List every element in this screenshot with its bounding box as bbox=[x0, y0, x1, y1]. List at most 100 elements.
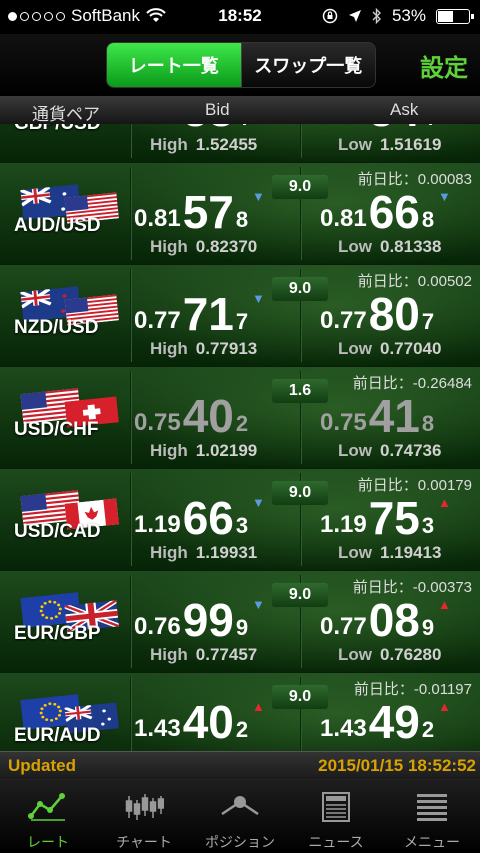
bid-fraction: 2 bbox=[235, 411, 249, 436]
ask-quote[interactable]: 1.43 49 2 bbox=[320, 699, 434, 745]
rate-row[interactable]: EUR/GBP 9.0 前日比：-0.00373 0.76 99 9 ▼ 0.7… bbox=[0, 571, 480, 673]
rate-up-arrow-icon: ▲ bbox=[438, 597, 451, 612]
ask-prefix: 0.77 bbox=[320, 613, 367, 640]
high-value: High 0.77457 bbox=[150, 645, 258, 664]
position-icon bbox=[221, 796, 259, 816]
low-value: Low 0.76280 bbox=[338, 645, 442, 664]
tab-menu[interactable]: メニュー bbox=[384, 780, 480, 853]
rate-down-arrow-icon: ▼ bbox=[252, 189, 265, 204]
rate-down-arrow-icon: ▼ bbox=[438, 189, 451, 204]
ask-pips: 66 bbox=[368, 186, 420, 238]
currency-pair: GBP/USD bbox=[14, 124, 101, 135]
tab-chart[interactable]: チャート bbox=[96, 780, 192, 853]
ask-fraction: 3 bbox=[421, 513, 435, 538]
bid-pips: 66 bbox=[182, 492, 234, 544]
high-value: High 1.52455 bbox=[150, 135, 258, 154]
bid-quote[interactable]: 1.51 53 4 bbox=[134, 124, 248, 133]
tab-rate-list[interactable]: レート一覧 bbox=[107, 43, 241, 87]
bid-quote[interactable]: 0.81 57 8 bbox=[134, 189, 248, 235]
tab-news[interactable]: ニュース bbox=[288, 780, 384, 853]
bid-quote[interactable]: 0.77 71 7 bbox=[134, 291, 248, 337]
tab-position[interactable]: ポジション bbox=[192, 780, 288, 853]
currency-pair: EUR/AUD bbox=[14, 725, 101, 746]
high-value: High 1.02199 bbox=[150, 441, 258, 460]
rotation-lock-icon bbox=[322, 8, 338, 24]
ask-prefix: 0.77 bbox=[320, 307, 367, 334]
ask-fraction: 2 bbox=[421, 717, 435, 742]
menu-list-icon bbox=[417, 794, 447, 821]
bluetooth-icon bbox=[372, 8, 381, 24]
battery-icon bbox=[436, 8, 474, 24]
settings-button[interactable]: 設定 bbox=[420, 48, 468, 83]
ask-quote[interactable]: 1.19 75 3 bbox=[320, 495, 434, 541]
candlestick-icon bbox=[125, 794, 164, 820]
ask-prefix: 1.43 bbox=[320, 715, 367, 742]
ask-prefix: 0.75 bbox=[320, 409, 367, 436]
rate-up-arrow-icon: ▲ bbox=[252, 699, 265, 714]
bid-fraction: 7 bbox=[235, 309, 249, 334]
rate-row[interactable]: AUD/USD 9.0 前日比：0.00083 0.81 57 8 ▼ 0.81… bbox=[0, 163, 480, 265]
ask-fraction: 8 bbox=[421, 411, 435, 436]
bid-fraction: 4 bbox=[236, 124, 248, 129]
tab-chart-label: チャート bbox=[116, 834, 172, 850]
low-value: Low 0.74736 bbox=[338, 441, 442, 460]
tab-menu-label: メニュー bbox=[404, 834, 460, 850]
tab-swap-list[interactable]: スワップ一覧 bbox=[240, 43, 375, 87]
tab-news-label: ニュース bbox=[308, 834, 364, 850]
bid-prefix: 1.19 bbox=[134, 511, 181, 538]
newspaper-icon bbox=[322, 792, 350, 822]
ask-pips: 80 bbox=[368, 288, 420, 340]
location-arrow-icon bbox=[348, 10, 361, 22]
bid-prefix: 0.77 bbox=[134, 307, 181, 334]
bid-quote[interactable]: 1.19 66 3 bbox=[134, 495, 248, 541]
high-value: High 1.19931 bbox=[150, 543, 258, 562]
ask-quote[interactable]: 0.77 08 9 bbox=[320, 597, 434, 643]
ask-pips: 75 bbox=[368, 492, 420, 544]
column-ask: Ask bbox=[390, 100, 419, 119]
bid-fraction: 9 bbox=[235, 615, 249, 640]
high-value: High 0.77913 bbox=[150, 339, 258, 358]
bid-quote[interactable]: 1.43 40 2 bbox=[134, 699, 248, 745]
rate-row[interactable]: USD/CHF 1.6 前日比：-0.26484 0.75 40 2 0.75 … bbox=[0, 367, 480, 469]
bid-prefix: 0.81 bbox=[134, 205, 181, 232]
ask-fraction: 7 bbox=[421, 309, 435, 334]
bid-fraction: 8 bbox=[235, 207, 249, 232]
bid-quote[interactable]: 0.76 99 9 bbox=[134, 597, 248, 643]
high-value: High 0.82370 bbox=[150, 237, 258, 256]
currency-pair: EUR/GBP bbox=[14, 623, 101, 644]
bid-quote[interactable]: 0.75 40 2 bbox=[134, 393, 248, 439]
rate-row[interactable]: EUR/AUD 9.0 前日比：-0.01197 1.43 40 2 ▲ 1.4… bbox=[0, 673, 480, 751]
ask-quote[interactable]: 1.52 54 4 bbox=[320, 124, 434, 133]
ask-pips: 08 bbox=[368, 594, 420, 646]
rate-down-arrow-icon: ▼ bbox=[252, 495, 265, 510]
tab-position-label: ポジション bbox=[205, 834, 275, 850]
low-value: Low 0.81338 bbox=[338, 237, 442, 256]
ask-quote[interactable]: 0.81 66 8 bbox=[320, 189, 434, 235]
rate-chart-icon bbox=[28, 793, 65, 821]
currency-pair: NZD/USD bbox=[14, 317, 99, 338]
bid-pips: 40 bbox=[182, 390, 234, 442]
ask-fraction: 4 bbox=[422, 124, 434, 129]
status-bar: SoftBank 18:52 53% bbox=[0, 0, 480, 34]
bid-prefix: 1.51 bbox=[134, 124, 181, 129]
update-timestamp: 2015/01/15 18:52:52 bbox=[318, 756, 476, 775]
ask-quote[interactable]: 0.75 41 8 bbox=[320, 393, 434, 439]
rate-row[interactable]: GBP/USD 1.51 53 4 1.52 54 4 High1.52455 … bbox=[0, 124, 480, 163]
rate-down-arrow-icon: ▼ bbox=[252, 291, 265, 306]
rate-up-arrow-icon: ▲ bbox=[438, 699, 451, 714]
bid-prefix: 1.43 bbox=[134, 715, 181, 742]
ask-quote[interactable]: 0.77 80 7 bbox=[320, 291, 434, 337]
rate-list[interactable]: GBP/USD 1.51 53 4 1.52 54 4 High1.52455 … bbox=[0, 124, 480, 751]
low-value: Low 1.19413 bbox=[338, 543, 442, 562]
view-segmented-control: レート一覧 スワップ一覧 bbox=[106, 42, 376, 88]
ask-pips: 49 bbox=[368, 696, 420, 748]
ask-prefix: 0.81 bbox=[320, 205, 367, 232]
bid-fraction: 2 bbox=[235, 717, 249, 742]
tab-rate[interactable]: レート bbox=[0, 780, 96, 853]
rate-up-arrow-icon: ▲ bbox=[438, 495, 451, 510]
ask-fraction: 8 bbox=[421, 207, 435, 232]
update-label: Updated bbox=[8, 756, 76, 775]
rate-row[interactable]: USD/CAD 9.0 前日比：0.00179 1.19 66 3 ▼ 1.19… bbox=[0, 469, 480, 571]
status-right: 53% bbox=[322, 6, 474, 26]
rate-row[interactable]: NZD/USD 9.0 前日比：0.00502 0.77 71 7 ▼ 0.77… bbox=[0, 265, 480, 367]
